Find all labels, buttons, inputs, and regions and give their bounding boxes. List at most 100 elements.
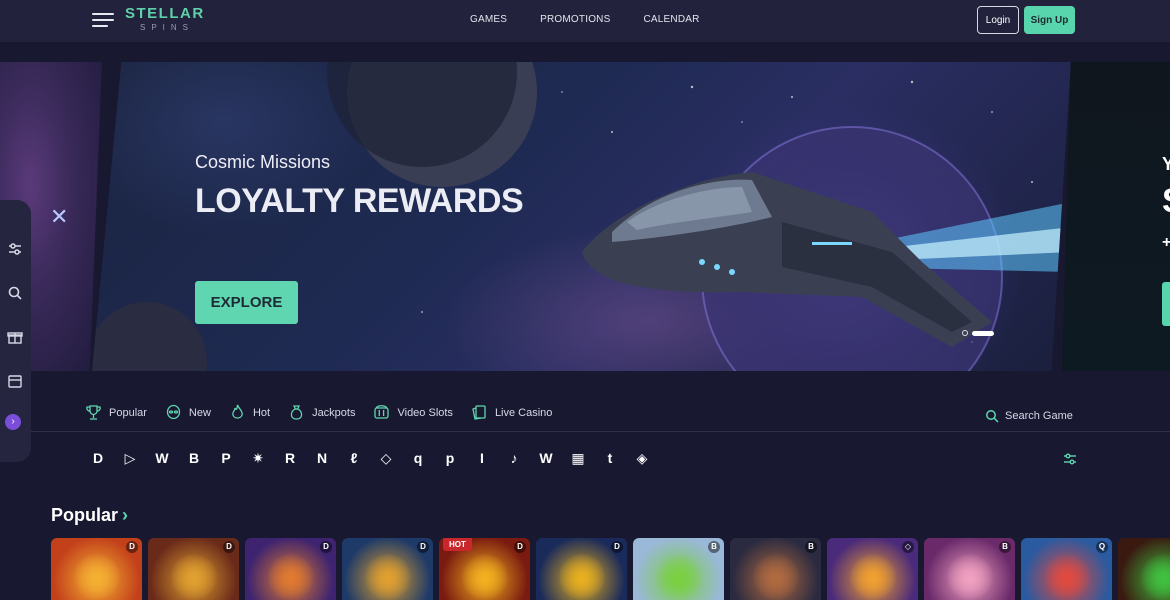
provider-logo-7[interactable]: R <box>280 448 300 468</box>
peek-cta <box>1162 282 1170 326</box>
carousel-dots <box>962 330 994 336</box>
popular-games-row: D D D D HOT D D B B ◇ B Q <box>51 538 1170 600</box>
game-artwork <box>655 553 702 600</box>
peek-text-1: Y <box>1162 154 1170 174</box>
tab-popular[interactable]: Popular <box>85 404 147 421</box>
game-artwork <box>849 553 896 600</box>
provider-logo-3[interactable]: W <box>152 448 172 468</box>
tab-new[interactable]: New <box>165 404 211 421</box>
calendar-icon[interactable] <box>6 372 24 390</box>
provider-badge: D <box>514 541 526 553</box>
expand-rail-button[interactable]: › <box>5 414 21 430</box>
tab-video-slots[interactable]: Video Slots <box>373 404 453 421</box>
tab-jackpots-label: Jackpots <box>312 406 356 419</box>
filter-sliders-icon[interactable] <box>1062 451 1078 467</box>
nav-calendar[interactable]: CALENDAR <box>643 14 699 25</box>
provider-badge: D <box>611 541 623 553</box>
provider-logo-9[interactable]: ℓ <box>344 448 364 468</box>
search-icon[interactable] <box>6 284 24 302</box>
tab-hot[interactable]: Hot <box>229 404 270 421</box>
game-tile[interactable]: D <box>51 538 142 600</box>
provider-badge: ◇ <box>902 541 914 553</box>
cards-icon <box>472 405 486 420</box>
category-tabs: Popular New Hot Jackpots Video Slots Liv… <box>85 404 570 421</box>
game-tile[interactable]: B <box>924 538 1015 600</box>
provider-badge: D <box>320 541 332 553</box>
game-tile[interactable]: D <box>536 538 627 600</box>
game-artwork <box>461 553 508 600</box>
tab-new-label: New <box>188 406 211 419</box>
provider-badge: D <box>126 541 138 553</box>
provider-logo-15[interactable]: W <box>536 448 556 468</box>
game-tile[interactable]: D <box>148 538 239 600</box>
game-tile[interactable]: Q <box>1021 538 1112 600</box>
nav-games[interactable]: GAMES <box>470 14 507 25</box>
peek-text-3: + <box>1162 234 1170 251</box>
provider-logo-11[interactable]: q <box>408 448 428 468</box>
provider-logo-13[interactable]: I <box>472 448 492 468</box>
carousel-dot[interactable] <box>962 330 968 336</box>
tab-hot-label: Hot <box>252 406 271 419</box>
tab-live-casino[interactable]: Live Casino <box>471 404 552 421</box>
provider-logo-14[interactable]: ♪ <box>504 448 524 468</box>
game-tile[interactable]: ◇ <box>827 538 918 600</box>
sliders-icon[interactable] <box>6 240 24 258</box>
flame-icon <box>232 404 243 419</box>
game-tile[interactable]: HOT D <box>439 538 530 600</box>
explore-button[interactable]: EXPLORE <box>195 281 298 324</box>
money-bag-icon <box>290 405 303 420</box>
divider <box>31 431 1170 432</box>
provider-logo-6[interactable]: ✷ <box>248 448 268 468</box>
provider-logo-17[interactable]: t <box>600 448 620 468</box>
provider-badge: D <box>223 541 235 553</box>
hot-badge: HOT <box>443 538 472 551</box>
provider-logo-5[interactable]: P <box>216 448 236 468</box>
game-tile[interactable]: D <box>245 538 336 600</box>
logo-main-text: STELLAR <box>125 5 205 22</box>
game-tile[interactable]: B <box>730 538 821 600</box>
provider-logo-4[interactable]: B <box>184 448 204 468</box>
peek-text-2: S <box>1162 182 1170 221</box>
main-nav: GAMES PROMOTIONS CALENDAR <box>470 14 700 25</box>
game-tile[interactable] <box>1118 538 1170 600</box>
provider-badge: D <box>417 541 429 553</box>
provider-badge: B <box>805 541 817 553</box>
carousel-next-slide[interactable]: Y S + <box>1062 62 1170 371</box>
game-artwork <box>558 553 605 600</box>
logo-sub-text: SPINS <box>139 23 194 32</box>
side-rail: › <box>0 200 31 462</box>
banner-subtitle: Cosmic Missions <box>195 152 331 172</box>
game-artwork <box>752 553 799 600</box>
game-artwork <box>1140 553 1170 600</box>
search-game-label: Search Game <box>1005 410 1073 422</box>
carousel-dot-active[interactable] <box>972 330 994 336</box>
provider-logo-12[interactable]: p <box>440 448 460 468</box>
provider-logo-8[interactable]: N <box>312 448 332 468</box>
game-tile[interactable]: D <box>342 538 433 600</box>
hero-banner: Cosmic Missions LOYALTY REWARDS EXPLORE <box>92 62 1071 371</box>
provider-logo-2[interactable]: ▷ <box>120 448 140 468</box>
provider-badge: Q <box>1096 541 1108 553</box>
logo[interactable]: STELLAR SPINS <box>125 6 215 34</box>
provider-logo-18[interactable]: ◈ <box>632 448 652 468</box>
gift-icon[interactable] <box>6 328 24 346</box>
tab-jackpots[interactable]: Jackpots <box>288 404 355 421</box>
signup-button[interactable]: Sign Up <box>1024 6 1075 34</box>
provider-logo-1[interactable]: D <box>88 448 108 468</box>
login-button[interactable]: Login <box>977 6 1019 34</box>
sparkle-icon: ✕ <box>50 204 69 229</box>
provider-logo-10[interactable]: ◇ <box>376 448 396 468</box>
provider-logo-16[interactable]: ▦ <box>568 448 588 468</box>
tab-video-slots-label: Video Slots <box>397 406 453 419</box>
search-game-button[interactable]: Search Game <box>985 409 1073 423</box>
game-artwork <box>364 553 411 600</box>
hamburger-menu-icon[interactable] <box>92 13 114 27</box>
banner-title: LOYALTY REWARDS <box>195 182 524 220</box>
popular-section-title[interactable]: Popular › <box>51 505 128 526</box>
provider-badge: B <box>999 541 1011 553</box>
provider-badge: B <box>708 541 720 553</box>
top-header: STELLAR SPINS GAMES PROMOTIONS CALENDAR … <box>0 0 1170 42</box>
nav-promotions[interactable]: PROMOTIONS <box>540 14 610 25</box>
game-artwork <box>170 553 217 600</box>
game-tile[interactable]: B <box>633 538 724 600</box>
